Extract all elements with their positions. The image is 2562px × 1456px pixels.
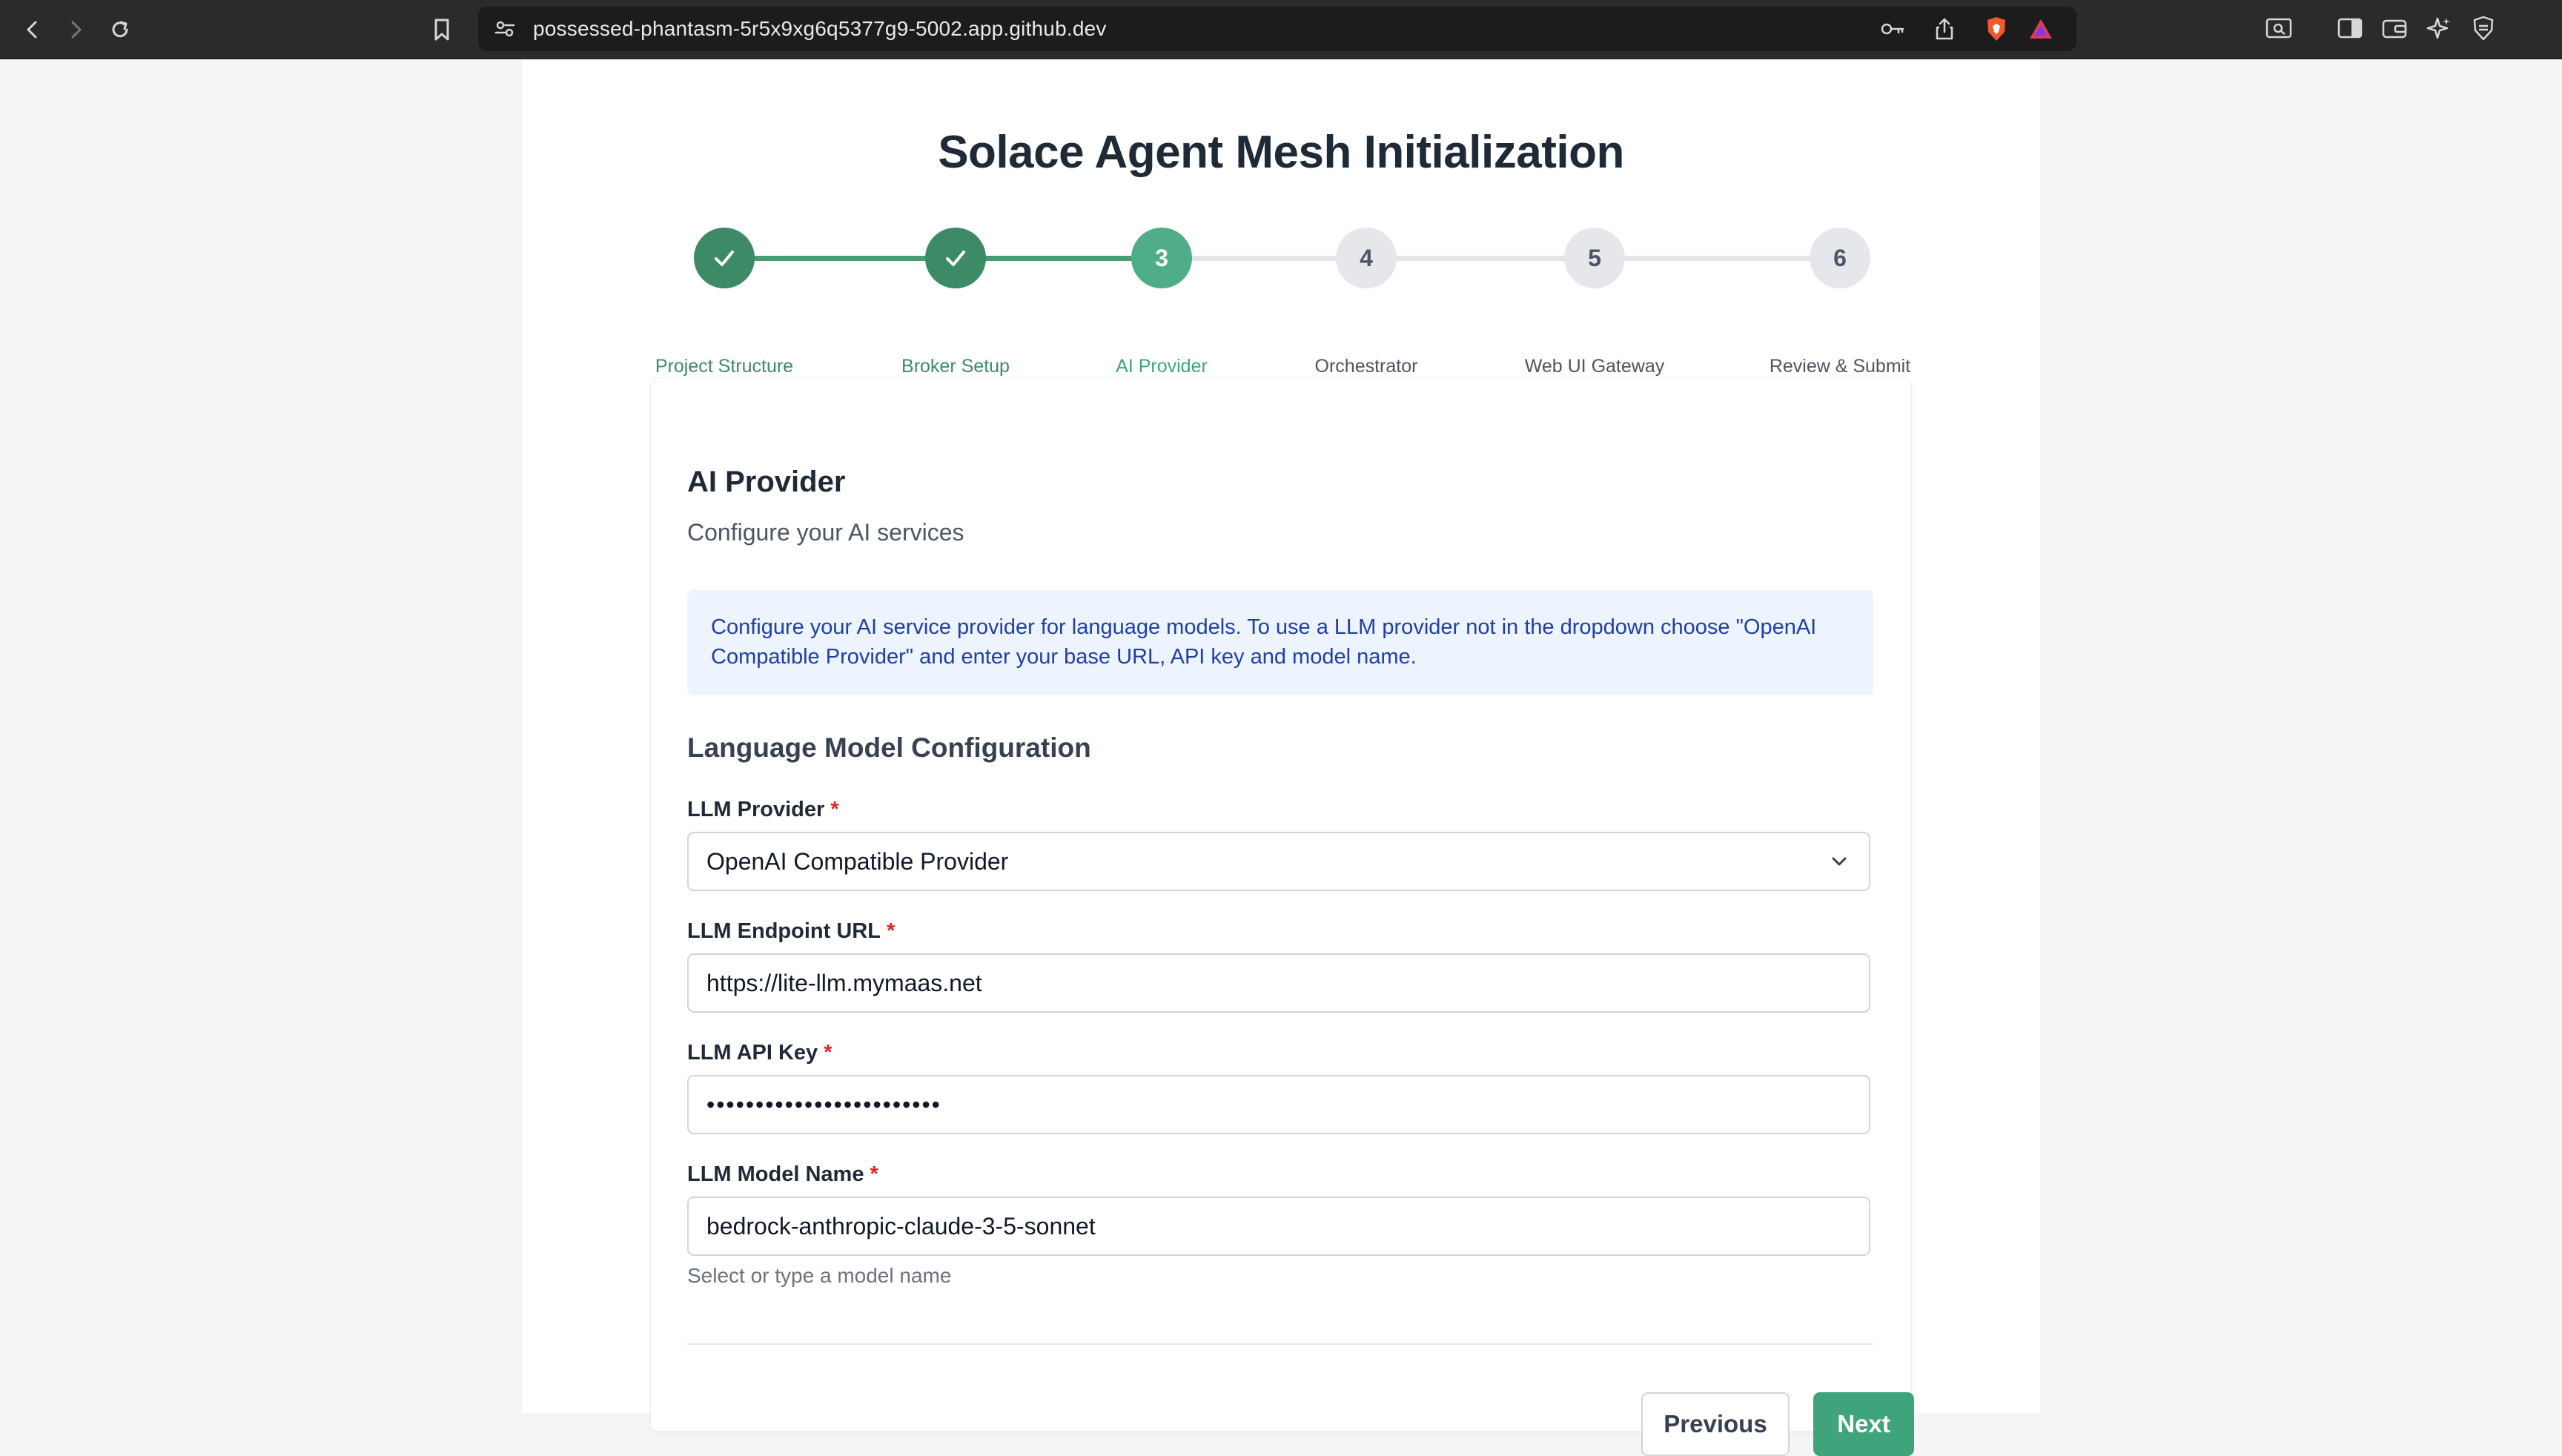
reload-icon[interactable] bbox=[104, 13, 136, 46]
step-5-number: 5 bbox=[1564, 228, 1625, 288]
step-4-label: Orchestrator bbox=[1314, 356, 1418, 377]
step-2-label: Broker Setup bbox=[901, 356, 1010, 377]
llm-provider-value: OpenAI Compatible Provider bbox=[706, 848, 1009, 875]
card-title: AI Provider bbox=[687, 466, 846, 498]
llm-api-key-label-text: LLM API Key bbox=[687, 1041, 818, 1065]
required-marker: * bbox=[886, 919, 896, 943]
back-icon[interactable] bbox=[16, 13, 49, 46]
llm-endpoint-label: LLM Endpoint URL * bbox=[687, 919, 895, 944]
address-bar[interactable]: possessed-phantasm-5r5x9xg6q5377g9-5002.… bbox=[478, 7, 2076, 51]
llm-endpoint-input[interactable]: https://lite-llm.mymaas.net bbox=[687, 953, 1870, 1013]
llm-model-label: LLM Model Name * bbox=[687, 1162, 878, 1187]
share-icon[interactable] bbox=[1928, 13, 1961, 45]
required-marker: * bbox=[830, 798, 839, 821]
info-box: Configure your AI service provider for l… bbox=[687, 590, 1873, 695]
required-marker: * bbox=[870, 1162, 878, 1186]
llm-model-value: bedrock-anthropic-claude-3-5-sonnet bbox=[706, 1213, 1096, 1240]
llm-provider-label-text: LLM Provider bbox=[687, 798, 825, 821]
bookmark-icon[interactable] bbox=[426, 13, 458, 46]
card-subtitle: Configure your AI services bbox=[687, 519, 964, 546]
chevron-down-icon bbox=[1826, 848, 1853, 875]
step-2-check-icon bbox=[925, 228, 986, 288]
section-title: Language Model Configuration bbox=[687, 732, 1091, 763]
llm-model-input[interactable]: bedrock-anthropic-claude-3-5-sonnet bbox=[687, 1197, 1870, 1256]
llm-provider-label: LLM Provider * bbox=[687, 798, 839, 822]
previous-button[interactable]: Previous bbox=[1641, 1392, 1790, 1456]
step-5-label: Web UI Gateway bbox=[1524, 356, 1665, 377]
llm-model-label-text: LLM Model Name bbox=[687, 1162, 864, 1186]
step-connector bbox=[1367, 256, 1594, 261]
llm-api-key-value: •••••••••••••••••••••••• bbox=[706, 1091, 941, 1118]
forward-icon[interactable] bbox=[59, 13, 92, 46]
step-connector bbox=[724, 256, 936, 261]
divider bbox=[687, 1343, 1873, 1345]
step-3-label: AI Provider bbox=[1116, 356, 1208, 377]
step-6-number: 6 bbox=[1810, 228, 1870, 288]
llm-model-hint: Select or type a model name bbox=[687, 1264, 952, 1287]
browser-toolbar: possessed-phantasm-5r5x9xg6q5377g9-5002.… bbox=[0, 0, 2562, 59]
brave-shields-icon[interactable] bbox=[1980, 13, 2013, 45]
llm-endpoint-value: https://lite-llm.mymaas.net bbox=[706, 970, 982, 996]
step-3-number: 3 bbox=[1131, 228, 1192, 288]
key-icon[interactable] bbox=[1876, 13, 1909, 45]
llm-provider-select[interactable]: OpenAI Compatible Provider bbox=[687, 832, 1870, 891]
step-4-number: 4 bbox=[1336, 228, 1397, 288]
step-6-label: Review & Submit bbox=[1769, 356, 1911, 377]
url-text[interactable]: possessed-phantasm-5r5x9xg6q5377g9-5002.… bbox=[533, 7, 1107, 51]
next-button[interactable]: Next bbox=[1813, 1392, 1914, 1456]
wallet-icon[interactable] bbox=[2378, 12, 2411, 44]
step-connector bbox=[1595, 256, 1840, 261]
step-1-label: Project Structure bbox=[655, 356, 794, 377]
llm-api-key-label: LLM API Key * bbox=[687, 1041, 832, 1065]
info-text: Configure your AI service provider for l… bbox=[711, 615, 1817, 669]
site-settings-icon[interactable] bbox=[489, 13, 521, 45]
progress-stepper: Project Structure Broker Setup 3 AI Prov… bbox=[522, 59, 2040, 400]
leo-ai-icon[interactable] bbox=[2423, 12, 2455, 44]
llm-endpoint-label-text: LLM Endpoint URL bbox=[687, 919, 881, 943]
page-container: Solace Agent Mesh Initialization Project… bbox=[522, 59, 2040, 1456]
step-1-check-icon bbox=[694, 228, 755, 288]
reader-mode-icon[interactable] bbox=[2263, 12, 2295, 44]
vpn-icon[interactable] bbox=[2467, 12, 2500, 44]
brave-rewards-icon[interactable] bbox=[2025, 13, 2057, 45]
llm-api-key-input[interactable]: •••••••••••••••••••••••• bbox=[687, 1075, 1870, 1134]
ai-provider-form: AI Provider Configure your AI services C… bbox=[651, 378, 1914, 1456]
required-marker: * bbox=[824, 1041, 833, 1065]
sidebar-icon[interactable] bbox=[2334, 12, 2366, 44]
